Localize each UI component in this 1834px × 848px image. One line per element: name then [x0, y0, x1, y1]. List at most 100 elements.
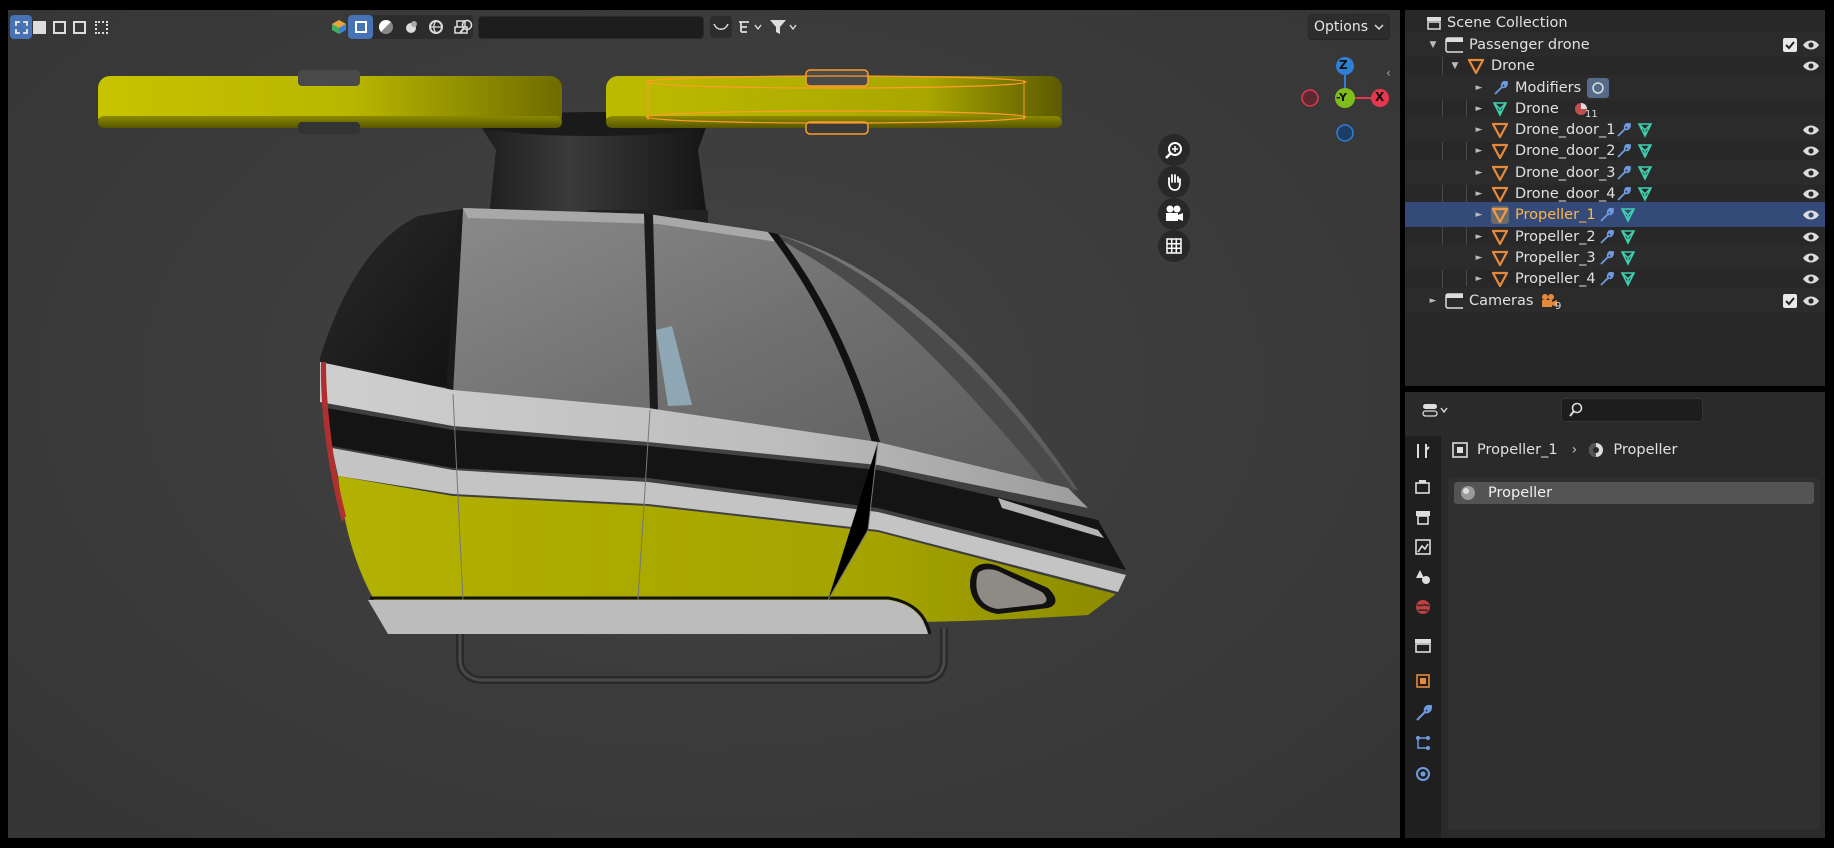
- options-button[interactable]: Options: [1308, 14, 1390, 40]
- gizmo-x-label[interactable]: X: [1375, 90, 1384, 104]
- expand-arrow-icon[interactable]: ▼: [1427, 40, 1439, 50]
- solid-shading-icon[interactable]: [373, 15, 398, 39]
- select-intersect-icon[interactable]: [90, 15, 112, 39]
- outliner-label: Propeller_2: [1515, 228, 1596, 245]
- eye-icon[interactable]: [1801, 271, 1821, 287]
- wrench-icon[interactable]: [1615, 186, 1631, 202]
- mesh-data-icon[interactable]: [1637, 165, 1653, 181]
- expand-arrow-icon[interactable]: ►: [1473, 168, 1485, 178]
- expand-arrow-icon[interactable]: ▼: [1449, 61, 1461, 71]
- expand-arrow-icon[interactable]: ►: [1473, 253, 1485, 263]
- mesh-object-icon: [1491, 164, 1509, 182]
- rendered-shading-icon[interactable]: [423, 15, 448, 39]
- exclude-checkbox[interactable]: [1783, 293, 1797, 308]
- mesh-data-icon[interactable]: [1620, 207, 1636, 223]
- eye-icon[interactable]: [1801, 293, 1821, 309]
- mesh-object-icon: [1467, 57, 1485, 75]
- eye-icon[interactable]: [1801, 229, 1821, 245]
- render-icon[interactable]: [1407, 472, 1439, 502]
- subdivision-modifier-icon[interactable]: [1587, 77, 1609, 98]
- outliner-label: Passenger drone: [1469, 36, 1590, 53]
- camera-view-icon[interactable]: [1158, 198, 1190, 230]
- eye-icon[interactable]: [1801, 207, 1821, 223]
- outliner-label: Drone_door_2: [1515, 142, 1616, 159]
- outliner-label: Propeller_3: [1515, 249, 1596, 266]
- material-count-icon[interactable]: 11: [1573, 101, 1598, 120]
- curve-icon[interactable]: [710, 16, 732, 38]
- expand-arrow-icon[interactable]: ►: [1427, 296, 1439, 306]
- wrench-icon[interactable]: [1598, 207, 1614, 223]
- select-subtract-icon[interactable]: [48, 15, 70, 39]
- camera-count-icon[interactable]: 9: [1539, 293, 1561, 312]
- mesh-data-icon[interactable]: [1637, 143, 1653, 159]
- tool-icon[interactable]: [1407, 436, 1439, 466]
- mesh-data-icon[interactable]: [1620, 250, 1636, 266]
- viewport-header: Options: [8, 10, 1400, 44]
- output-icon[interactable]: [1407, 502, 1439, 532]
- wrench-icon[interactable]: [1615, 165, 1631, 181]
- eye-icon[interactable]: [1801, 143, 1821, 159]
- shading-group: [348, 15, 473, 39]
- material-icon: [1589, 443, 1604, 457]
- physics-icon[interactable]: [1407, 758, 1439, 788]
- eye-icon[interactable]: [1801, 165, 1821, 181]
- modifier-icon[interactable]: [1407, 698, 1439, 728]
- scene-render[interactable]: [8, 10, 1400, 838]
- mesh-object-icon: [1491, 142, 1509, 160]
- exclude-checkbox[interactable]: [1783, 37, 1797, 52]
- mesh-data-icon[interactable]: [1637, 122, 1653, 138]
- hierarchy-filter-icon[interactable]: [734, 16, 766, 38]
- expand-arrow-icon[interactable]: ►: [1473, 104, 1485, 114]
- wrench-icon[interactable]: [1615, 122, 1631, 138]
- eye-icon[interactable]: [1801, 37, 1821, 53]
- outliner-label: Drone: [1491, 57, 1535, 74]
- properties-search-input[interactable]: [1561, 398, 1703, 422]
- zoom-icon[interactable]: [1158, 134, 1190, 166]
- wireframe-toggle-icon[interactable]: [348, 15, 373, 39]
- wrench-icon: [1491, 79, 1509, 97]
- wrench-icon[interactable]: [1598, 271, 1614, 287]
- pan-hand-icon[interactable]: [1158, 166, 1190, 198]
- outliner-label: Cameras: [1469, 292, 1534, 309]
- eye-icon[interactable]: [1801, 186, 1821, 202]
- material-preview-icon[interactable]: [398, 15, 423, 39]
- mesh-data-icon[interactable]: [1620, 271, 1636, 287]
- view-layer-icon[interactable]: [1407, 532, 1439, 562]
- material-slot-item[interactable]: Propeller: [1454, 482, 1814, 504]
- particles-icon[interactable]: [1407, 728, 1439, 758]
- outliner-label: Modifiers: [1515, 79, 1582, 96]
- expand-arrow-icon[interactable]: ►: [1473, 146, 1485, 156]
- eye-icon[interactable]: [1801, 122, 1821, 138]
- outliner-row-cameras[interactable]: ► Cameras 9: [1405, 288, 1825, 313]
- wrench-icon[interactable]: [1615, 143, 1631, 159]
- expand-arrow-icon[interactable]: ►: [1473, 210, 1485, 220]
- wrench-icon[interactable]: [1598, 250, 1614, 266]
- object-icon[interactable]: [1407, 666, 1439, 696]
- world-icon[interactable]: [1407, 592, 1439, 622]
- editor-type-icon[interactable]: [1417, 398, 1455, 422]
- expand-arrow-icon[interactable]: ►: [1473, 274, 1485, 284]
- 3d-viewport[interactable]: Options Z X -Y ‹: [8, 10, 1400, 838]
- object-types-icon[interactable]: [328, 15, 350, 39]
- filter-icon[interactable]: [766, 16, 800, 38]
- navigation-gizmo[interactable]: Z X -Y: [1290, 54, 1400, 164]
- expand-arrow-icon[interactable]: ►: [1473, 83, 1485, 93]
- viewport-search-input[interactable]: [478, 16, 704, 39]
- sidebar-toggle-icon[interactable]: ‹: [1386, 66, 1398, 86]
- scene-icon[interactable]: [1407, 562, 1439, 592]
- select-extend-icon[interactable]: [28, 15, 50, 39]
- select-invert-icon[interactable]: [68, 15, 90, 39]
- eye-icon[interactable]: [1801, 250, 1821, 266]
- wrench-icon[interactable]: [1598, 229, 1614, 245]
- expand-arrow-icon[interactable]: ►: [1473, 189, 1485, 199]
- mesh-data-icon[interactable]: [1620, 229, 1636, 245]
- grid-view-icon[interactable]: [1158, 230, 1190, 262]
- breadcrumb-object-label: Propeller_1: [1477, 442, 1558, 458]
- mesh-data-icon[interactable]: [1637, 186, 1653, 202]
- expand-arrow-icon[interactable]: ►: [1473, 125, 1485, 135]
- expand-arrow-icon[interactable]: ►: [1473, 232, 1485, 242]
- gizmo-z-label[interactable]: Z: [1339, 58, 1348, 72]
- gizmo-neg-y-label[interactable]: -Y: [1336, 91, 1347, 104]
- eye-icon[interactable]: [1801, 58, 1821, 74]
- collection-icon[interactable]: [1407, 630, 1439, 660]
